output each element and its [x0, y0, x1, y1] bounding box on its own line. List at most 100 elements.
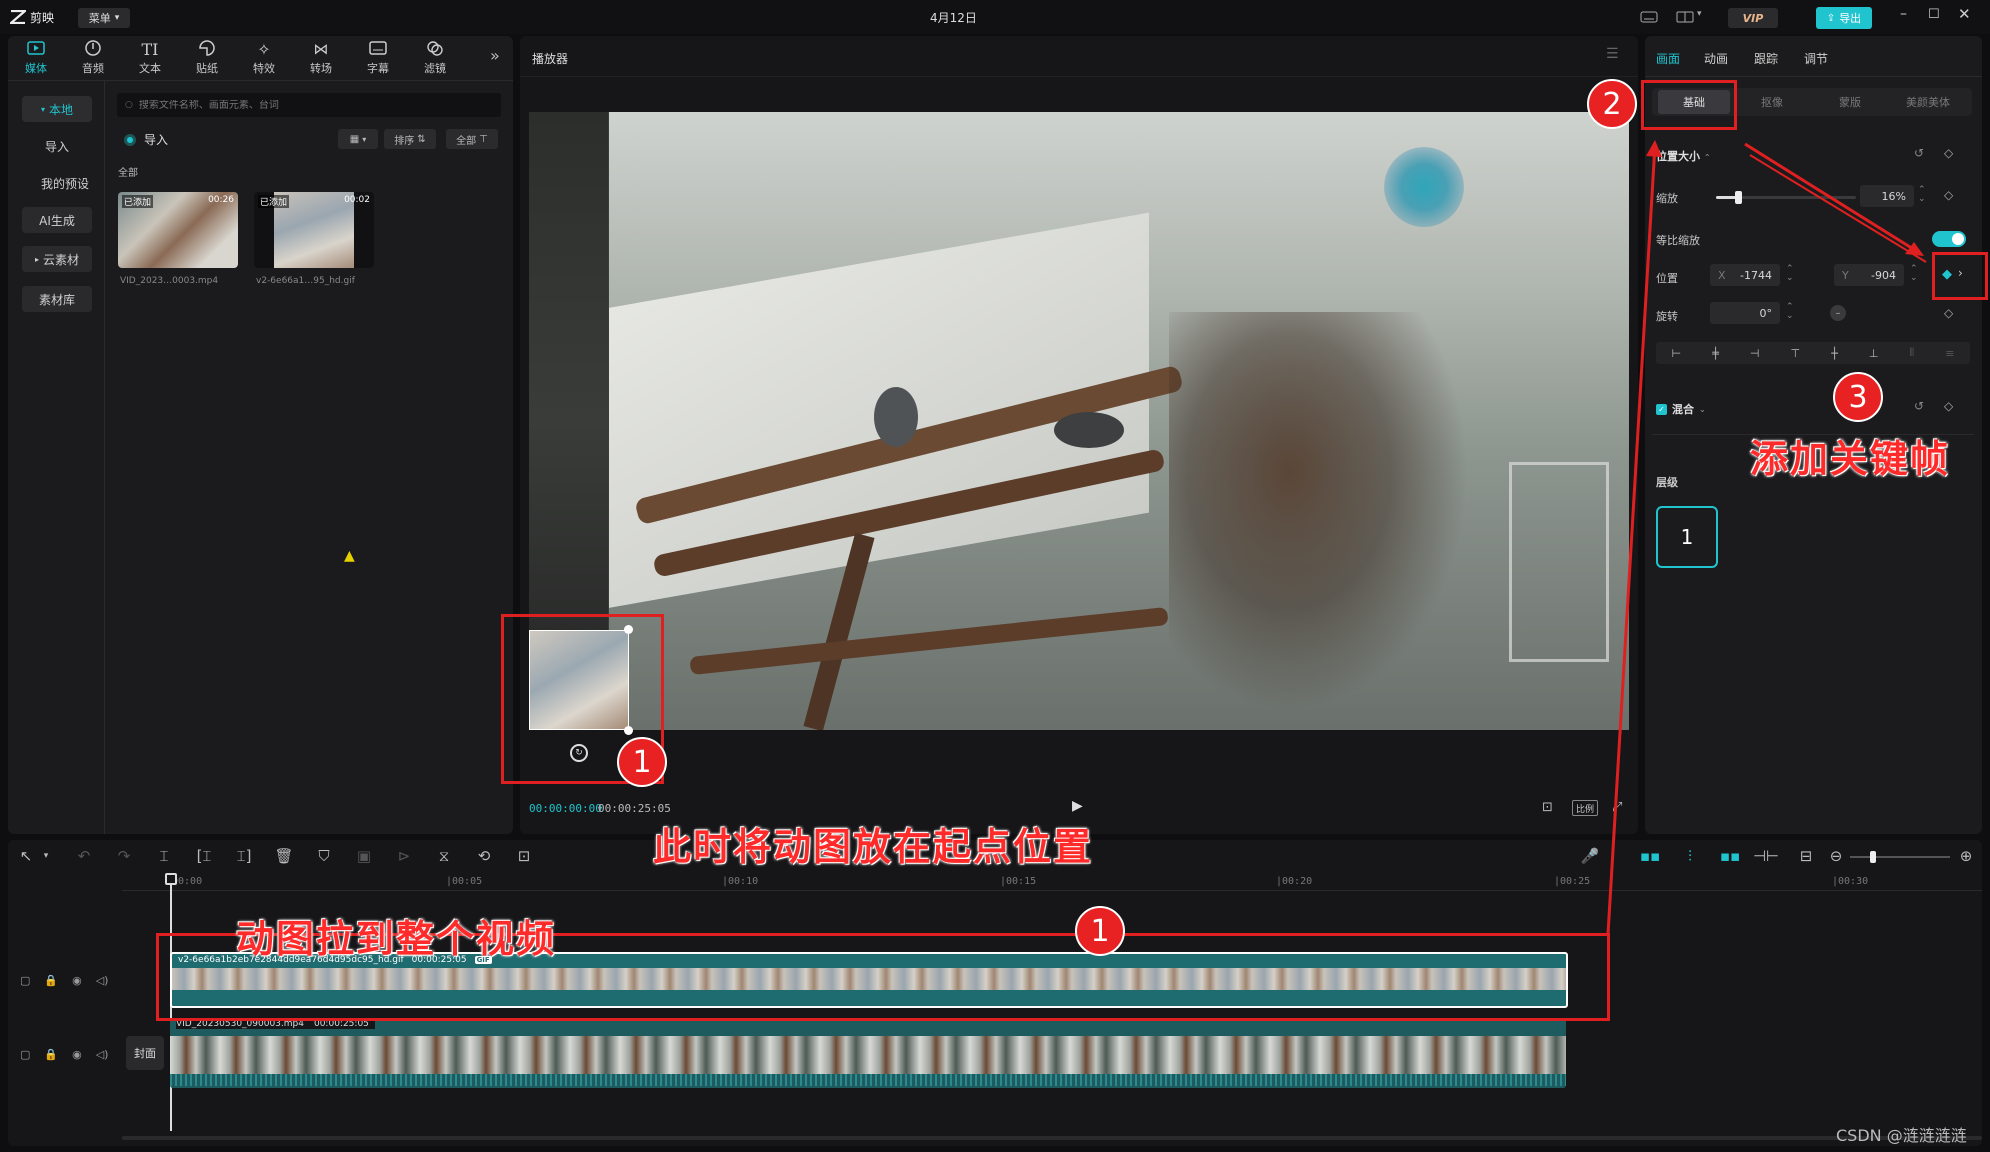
vip-badge[interactable]: VIP: [1728, 8, 1778, 28]
mirror-icon[interactable]: ⧖: [434, 846, 454, 866]
media-thumb[interactable]: 已添加 00:26: [118, 192, 238, 268]
chevron-down-icon[interactable]: ▾: [1697, 9, 1702, 19]
reset-icon[interactable]: ↺: [1914, 146, 1924, 160]
redo-icon[interactable]: ↷: [114, 846, 134, 866]
lock-icon[interactable]: 🔒: [44, 1048, 58, 1061]
import-button[interactable]: 导入: [124, 131, 168, 148]
zoom-slider[interactable]: [1850, 851, 1950, 863]
keyframe-diamond-icon[interactable]: ◇: [1944, 399, 1953, 413]
video-preview[interactable]: [529, 112, 1629, 730]
scale-input[interactable]: 16%: [1860, 185, 1914, 207]
crop-icon[interactable]: ⊡: [514, 846, 534, 866]
select-cursor-icon[interactable]: ↖: [16, 846, 36, 866]
checkbox-checked-icon[interactable]: ✓: [1656, 403, 1667, 415]
tool-transition[interactable]: ⋈ 转场: [298, 38, 344, 76]
split-left-icon[interactable]: [⌶: [194, 846, 214, 866]
screenshot-icon[interactable]: ⊡: [1542, 800, 1553, 815]
stepper-icon[interactable]: ⌃ ⌄: [1910, 265, 1918, 283]
tool-sticker[interactable]: 贴纸: [184, 38, 230, 76]
align-bottom-icon[interactable]: ⊥: [1869, 347, 1879, 360]
reverse-icon[interactable]: ⊳: [394, 846, 414, 866]
align-hcenter-icon[interactable]: ╪: [1712, 347, 1719, 360]
section-position-header[interactable]: 位置大小 ⌃: [1656, 148, 1711, 164]
split-icon[interactable]: ⌶: [154, 846, 174, 866]
ratio-button[interactable]: 比例: [1572, 800, 1598, 816]
linkage-icon[interactable]: ▪▪: [1716, 846, 1744, 866]
chevron-down-icon[interactable]: ▾: [36, 846, 56, 866]
search-box[interactable]: ○: [117, 93, 501, 117]
playhead-handle[interactable]: [165, 873, 177, 885]
freeze-icon[interactable]: ▣: [354, 846, 374, 866]
speaker-icon[interactable]: ◁): [96, 1048, 109, 1061]
tab-picture[interactable]: 画面: [1656, 50, 1680, 67]
zoom-in-icon[interactable]: ⊕: [1956, 846, 1976, 866]
sidebar-item-library[interactable]: 素材库: [22, 286, 92, 312]
zoom-out-icon[interactable]: ⊖: [1826, 846, 1846, 866]
fullscreen-icon[interactable]: ⤢: [1612, 800, 1622, 815]
close-icon[interactable]: ✕: [1958, 5, 1971, 23]
view-toggle-button[interactable]: ▦ ▾: [338, 129, 378, 149]
rotate-dial-icon[interactable]: –: [1830, 305, 1846, 321]
keyframe-diamond-icon[interactable]: ◇: [1944, 146, 1953, 160]
stepper-icon[interactable]: ⌃ ⌄: [1786, 303, 1794, 321]
keyboard-icon[interactable]: [1640, 11, 1658, 23]
subtab-mask[interactable]: 蒙版: [1814, 90, 1886, 114]
zoom-slider-thumb[interactable]: [1870, 851, 1876, 863]
position-x-input[interactable]: X -1744: [1710, 264, 1780, 286]
distribute-v-icon[interactable]: ≡: [1945, 347, 1954, 360]
layer-box[interactable]: 1: [1656, 506, 1718, 568]
keyframe-diamond-icon[interactable]: ◇: [1944, 306, 1953, 320]
tab-adjust[interactable]: 调节: [1804, 50, 1828, 67]
lock-icon[interactable]: 🔒: [44, 974, 58, 987]
play-icon[interactable]: ▶: [1072, 798, 1083, 814]
delete-icon[interactable]: 🗑: [274, 846, 294, 866]
magnet-icon[interactable]: ⫶: [1676, 846, 1704, 866]
reset-icon[interactable]: ↺: [1914, 399, 1924, 413]
menu-button[interactable]: 菜单 ▾: [78, 8, 130, 28]
sort-button[interactable]: 排序 ⇅: [384, 129, 436, 149]
tool-subtitle[interactable]: 字幕: [355, 38, 401, 76]
search-input[interactable]: [138, 99, 479, 111]
rotate-icon[interactable]: ⟲: [474, 846, 494, 866]
keyframe-diamond-icon[interactable]: ◇: [1944, 188, 1953, 202]
subtab-cutout[interactable]: 抠像: [1736, 90, 1808, 114]
undo-icon[interactable]: ↶: [74, 846, 94, 866]
media-thumb[interactable]: 已添加 00:02: [254, 192, 374, 268]
sidebar-item-local[interactable]: ▾ 本地: [22, 96, 92, 122]
sidebar-item-cloud[interactable]: ▸ 云素材: [22, 246, 92, 272]
stepper-icon[interactable]: ⌃ ⌄: [1786, 265, 1794, 283]
tab-animation[interactable]: 动画: [1704, 50, 1728, 67]
align-top-icon[interactable]: ⊤: [1791, 347, 1801, 360]
video-clip[interactable]: VID_20230530_090003.mp4 00:00:25:05: [170, 1018, 1566, 1088]
layout-icon[interactable]: [1676, 11, 1694, 23]
tool-filter[interactable]: 滤镜: [412, 38, 458, 76]
tool-effects[interactable]: ✧ 特效: [241, 38, 287, 76]
export-button[interactable]: ⇪ 导出: [1816, 7, 1872, 29]
microphone-icon[interactable]: 🎤: [1580, 846, 1600, 866]
sidebar-item-presets[interactable]: 我的预设: [30, 170, 100, 196]
more-tools-icon[interactable]: »: [490, 46, 500, 65]
filter-button[interactable]: 全部 ⊤: [446, 129, 498, 149]
tool-media[interactable]: 媒体: [13, 38, 59, 76]
rotate-input[interactable]: 0°: [1710, 302, 1780, 324]
preview-axis-icon[interactable]: ⊟: [1796, 846, 1816, 866]
eye-icon[interactable]: ◉: [72, 974, 82, 987]
stepper-icon[interactable]: ⌃ ⌄: [1918, 186, 1926, 204]
marker-icon[interactable]: ⛉: [314, 846, 334, 866]
link-main-track-icon[interactable]: ▪▪: [1636, 846, 1664, 866]
speaker-icon[interactable]: ◁): [96, 974, 109, 987]
sidebar-item-import[interactable]: 导入: [22, 133, 92, 159]
timeline-scrollbar[interactable]: [122, 1136, 1982, 1140]
align-left-icon[interactable]: ⊢: [1672, 347, 1682, 360]
tool-text[interactable]: TI 文本: [127, 38, 173, 76]
eye-icon[interactable]: ◉: [72, 1048, 82, 1061]
tool-audio[interactable]: 音频: [70, 38, 116, 76]
blend-section-header[interactable]: ✓ 混合 ⌄: [1656, 401, 1706, 417]
sidebar-item-ai[interactable]: AI生成: [22, 207, 92, 233]
position-y-input[interactable]: Y -904: [1834, 264, 1904, 286]
subtab-beauty[interactable]: 美颜美体: [1892, 90, 1964, 114]
uniform-scale-toggle[interactable]: [1932, 231, 1966, 247]
maximize-icon[interactable]: ☐: [1928, 7, 1940, 22]
align-right-icon[interactable]: ⊣: [1750, 347, 1760, 360]
track-toggle-icon[interactable]: ▢: [20, 1048, 30, 1061]
